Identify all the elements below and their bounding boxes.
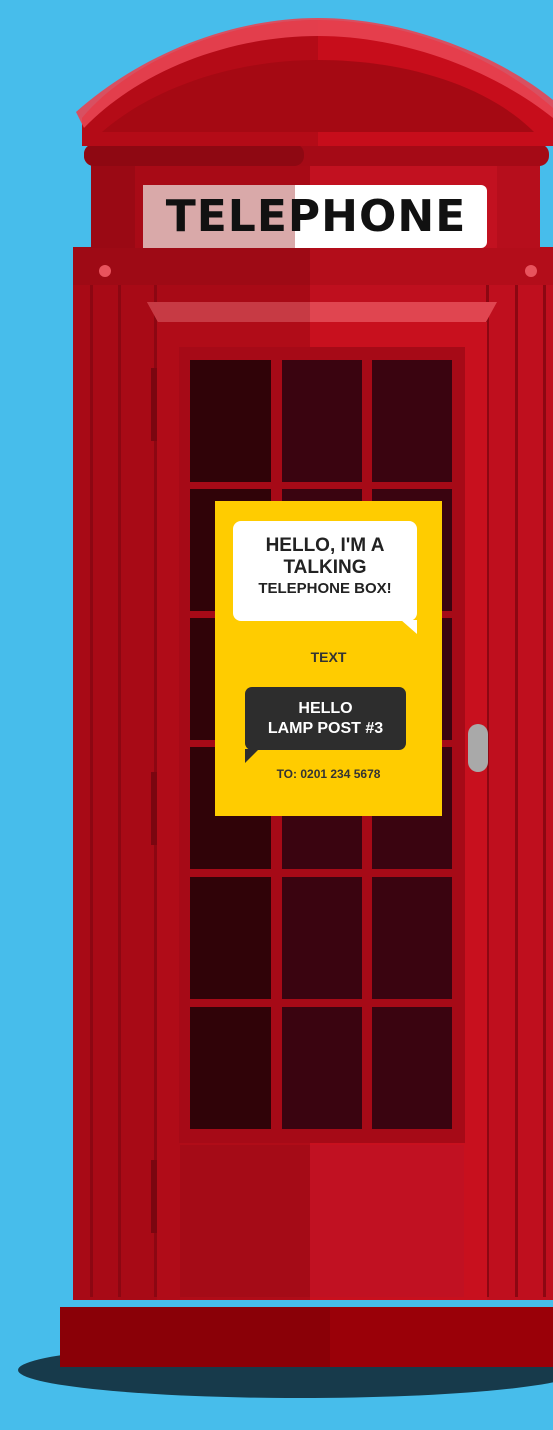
message-line-2: LAMP POST #3 xyxy=(267,720,384,737)
speech-line-2: TALKING xyxy=(283,557,367,578)
message-bubble: HELLO LAMP POST #3 xyxy=(245,687,406,750)
telephone-box-scene: TELEPHONE HELLO, I'M A TALKING TELEPHONE… xyxy=(0,0,553,1425)
message-line-1: HELLO xyxy=(298,700,353,717)
poster-phone-number: TO: 0201 234 5678 xyxy=(276,767,381,781)
text-message-poster: HELLO, I'M A TALKING TELEPHONE BOX! TEXT… xyxy=(215,501,442,816)
speech-line-3: TELEPHONE BOX! xyxy=(258,580,392,597)
speech-bubble: HELLO, I'M A TALKING TELEPHONE BOX! xyxy=(233,521,417,621)
lintel-bolt-left xyxy=(99,265,111,277)
message-bubble-tail xyxy=(245,749,259,763)
door-handle xyxy=(468,724,488,772)
telephone-sign-text: TELEPHONE xyxy=(165,190,467,242)
speech-line-1: HELLO, I'M A xyxy=(265,535,385,556)
speech-bubble-tail xyxy=(401,620,417,634)
poster-text-label: TEXT xyxy=(310,649,347,665)
lintel-bolt-right xyxy=(525,265,537,277)
